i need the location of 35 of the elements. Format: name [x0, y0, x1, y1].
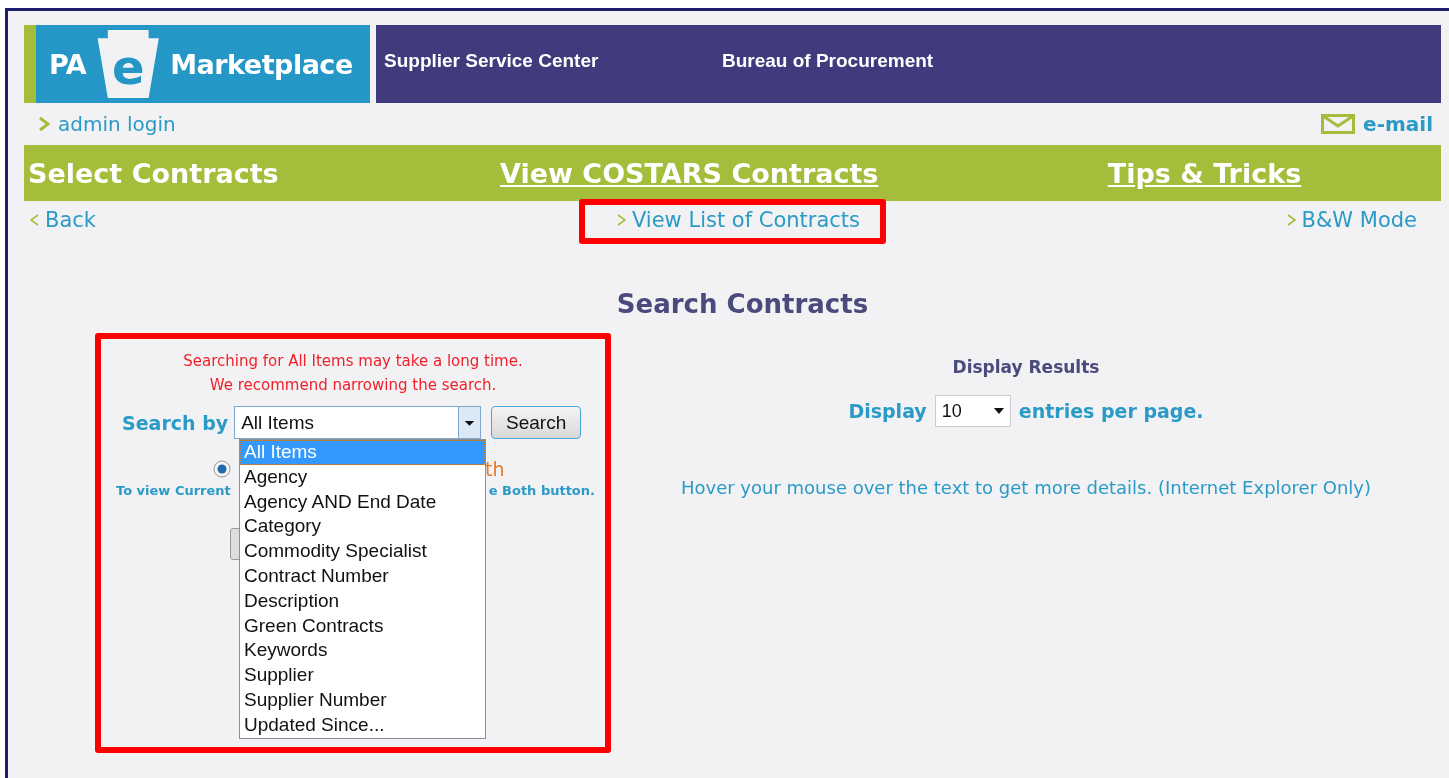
- hint-text: e Both button.: [488, 483, 595, 498]
- dropdown-option[interactable]: Supplier Number: [240, 687, 485, 713]
- mail-icon: [1321, 114, 1356, 134]
- page-heading: Search Contracts: [615, 289, 870, 319]
- dropdown-option[interactable]: Agency AND End Date: [240, 489, 485, 515]
- entries-select[interactable]: 10: [934, 395, 1011, 427]
- caret-icon: [458, 407, 481, 438]
- entries-label: entries per page.: [1018, 400, 1204, 422]
- chevron-icon: [38, 116, 50, 132]
- dropdown-option[interactable]: Category: [240, 514, 485, 540]
- dropdown-option[interactable]: Keywords: [240, 638, 485, 664]
- search-button[interactable]: Search: [491, 406, 582, 439]
- search-by-label: Search by: [122, 411, 229, 434]
- chevron-right-icon: [616, 213, 626, 226]
- display-results-title: Display Results: [952, 357, 1100, 377]
- dropdown-option[interactable]: Green Contracts: [240, 613, 485, 639]
- dropdown-option[interactable]: Agency: [240, 464, 485, 490]
- dropdown-option[interactable]: Updated Since...: [240, 712, 485, 738]
- dropdown-option[interactable]: Supplier: [240, 663, 485, 688]
- radio-button[interactable]: [213, 460, 231, 478]
- chevron-left-icon: [30, 213, 39, 226]
- hover-note: Hover your mouse over the text to get more details. (Internet Explorer Only): [679, 476, 1373, 500]
- banner-title: Bureau of Procurement: [722, 50, 935, 72]
- dropdown-option[interactable]: Contract Number: [240, 564, 485, 589]
- hint-text: To view Current: [116, 483, 231, 498]
- caret-icon: [993, 408, 1004, 414]
- radio-label: th: [485, 458, 505, 480]
- dropdown-option[interactable]: Description: [240, 588, 485, 614]
- warning-text: We recommend narrowing the search.: [208, 375, 498, 396]
- chevron-right-icon: [1286, 213, 1296, 226]
- search-by-select[interactable]: All Items: [234, 406, 482, 439]
- display-label: Display: [848, 400, 927, 422]
- banner-title: Supplier Service Center: [384, 50, 600, 72]
- warning-text: Searching for All Items may take a long time.: [182, 351, 524, 372]
- dropdown-option[interactable]: Commodity Specialist: [240, 539, 485, 564]
